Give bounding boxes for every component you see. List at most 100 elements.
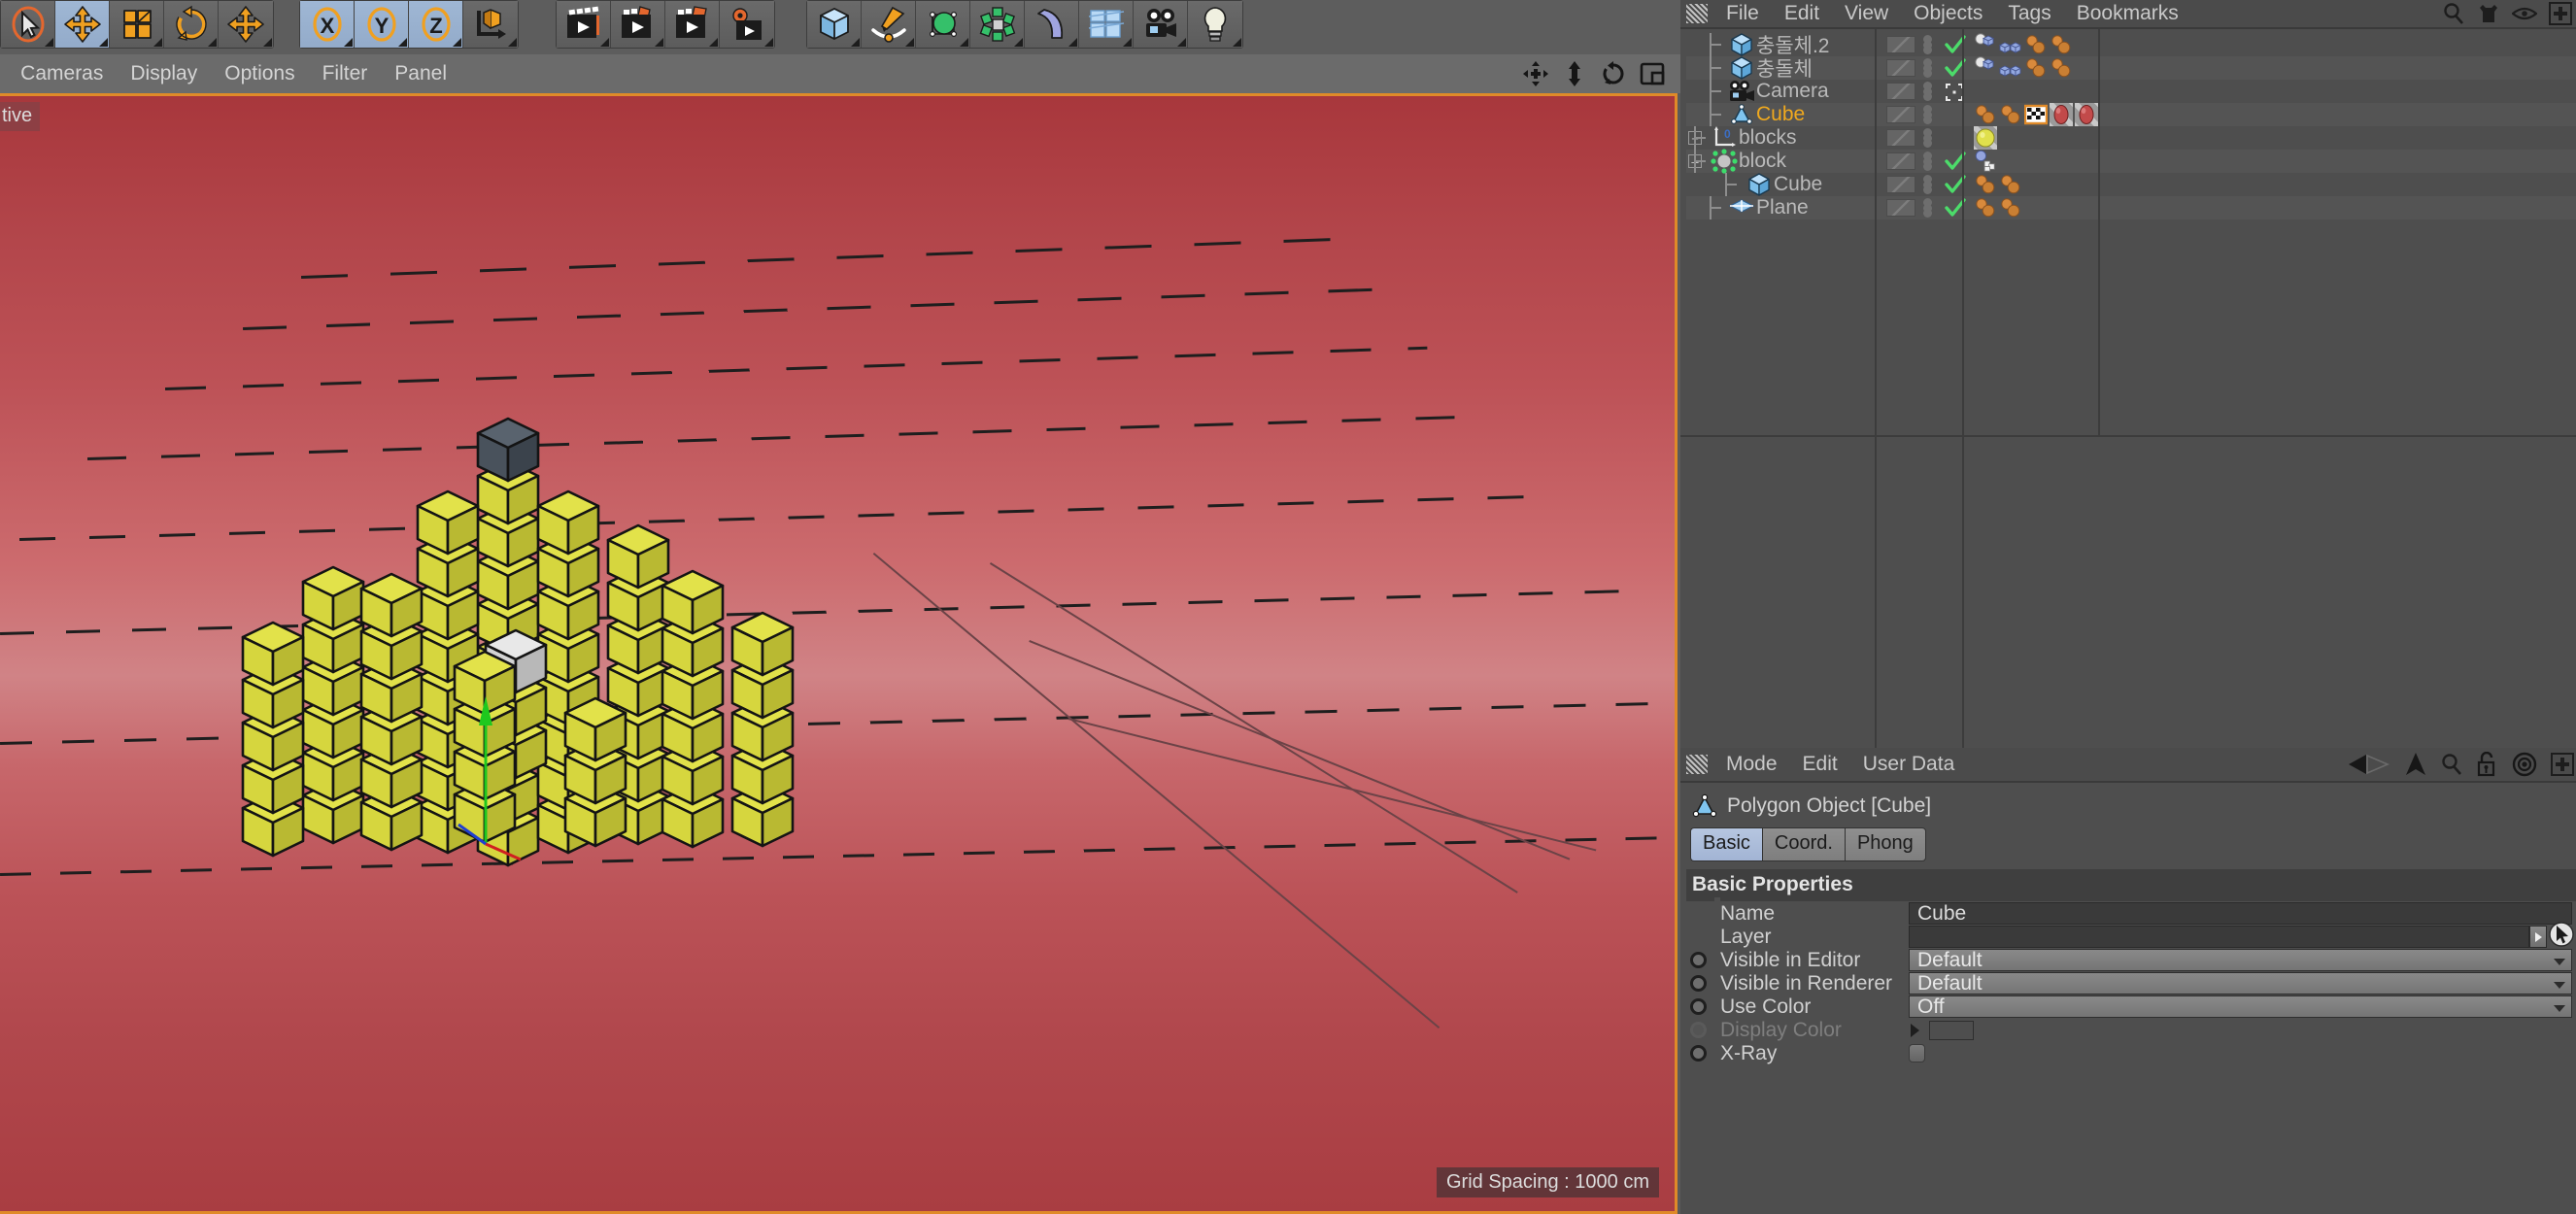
tag-material[interactable] (2024, 33, 2048, 56)
toolbar-button-render-view[interactable] (557, 1, 611, 48)
toolbar-flyout-corner-icon[interactable] (508, 38, 517, 47)
object-render-dot[interactable] (1923, 92, 1932, 101)
toolbar-flyout-corner-icon[interactable] (1068, 38, 1077, 47)
toolbar-button-deformer-bend[interactable] (1025, 1, 1079, 48)
object-visibility-toggle[interactable] (1886, 59, 1915, 77)
tag-collider[interactable] (1974, 56, 1997, 80)
toolbar-button-mograph-array[interactable] (970, 1, 1025, 48)
viewport-menu-w[interactable]: w (0, 62, 7, 85)
tag-material[interactable] (2050, 33, 2073, 56)
toolbar-button-move-alt[interactable] (219, 1, 273, 48)
toolbar-button-render-region[interactable] (611, 1, 665, 48)
attribute-property-list[interactable]: Name Cube Layer Visible in Editor Default Vis… (1686, 896, 2576, 1064)
object-row[interactable]: Camera (1686, 80, 2576, 103)
object-row[interactable]: +0blocks (1686, 126, 2576, 150)
object-editor-dot[interactable] (1923, 128, 1932, 137)
attribute-menu-mode[interactable]: Mode (1713, 753, 1790, 776)
visible-in-renderer-select[interactable]: Default (1909, 972, 2572, 995)
pan-icon[interactable] (1523, 61, 1548, 86)
tab-coord[interactable]: Coord. (1761, 827, 1845, 861)
toolbar-button-move[interactable] (55, 1, 110, 48)
viewport-menu-cameras[interactable]: Cameras (7, 62, 117, 85)
attribute-menu-user-data[interactable]: User Data (1850, 753, 1968, 776)
toolbar-flyout-corner-icon[interactable] (1233, 38, 1241, 47)
object-manager-menu-edit[interactable]: Edit (1772, 2, 1832, 25)
toolbar-flyout-corner-icon[interactable] (99, 38, 108, 47)
object-editor-dot[interactable] (1923, 152, 1932, 160)
object-render-dot[interactable] (1923, 209, 1932, 218)
layer-input[interactable] (1909, 926, 2529, 948)
toolbar-button-world-object-coords[interactable] (463, 1, 518, 48)
viewport-menu-panel[interactable]: Panel (381, 62, 460, 85)
object-editor-dot[interactable] (1923, 82, 1932, 90)
toolbar-flyout-corner-icon[interactable] (45, 38, 53, 47)
attribute-search-icon[interactable] (2440, 753, 2463, 776)
tag-red-material[interactable] (2075, 103, 2098, 126)
viewport-3d[interactable]: tive Grid Spacing : 1000 cm (0, 93, 1678, 1214)
object-visibility-toggle[interactable] (1886, 152, 1915, 170)
toolbar-flyout-corner-icon[interactable] (1123, 38, 1132, 47)
object-visibility-toggle[interactable] (1886, 36, 1915, 53)
object-row[interactable]: Cube (1686, 103, 2576, 126)
toolbar-flyout-corner-icon[interactable] (398, 38, 407, 47)
tag-yellow-material[interactable] (1974, 126, 1997, 150)
use-color-select[interactable]: Off (1909, 995, 2572, 1018)
toolbar-flyout-corner-icon[interactable] (905, 38, 914, 47)
toolbar-flyout-corner-icon[interactable] (709, 38, 718, 47)
toolbar-button-render-settings[interactable] (720, 1, 774, 48)
toolbar-flyout-corner-icon[interactable] (263, 38, 272, 47)
object-manager-menu-objects[interactable]: Objects (1901, 2, 1995, 25)
toolbar-flyout-corner-icon[interactable] (851, 38, 860, 47)
name-input[interactable]: Cube (1909, 902, 2572, 925)
toolbar-button-render-picture-viewer[interactable] (665, 1, 720, 48)
toolbar-flyout-corner-icon[interactable] (655, 38, 663, 47)
tag-collider[interactable] (1974, 33, 1997, 56)
layer-picker-arrow-icon[interactable] (2529, 926, 2547, 948)
dolly-icon[interactable] (1562, 61, 1587, 86)
rotate-view-icon[interactable] (1601, 61, 1626, 86)
object-row[interactable]: 충돌체 (1686, 56, 2576, 81)
object-visibility-toggle[interactable] (1886, 83, 1915, 100)
property-radio[interactable] (1690, 1045, 1707, 1062)
object-render-dot[interactable] (1923, 116, 1932, 124)
object-editor-dot[interactable] (1923, 105, 1932, 114)
toolbar-flyout-corner-icon[interactable] (153, 38, 162, 47)
object-render-dot[interactable] (1923, 162, 1932, 171)
attribute-lock-icon[interactable] (2477, 752, 2498, 777)
object-render-dot[interactable] (1923, 139, 1932, 148)
attribute-tabs[interactable]: Basic Coord. Phong (1690, 827, 2576, 861)
tag-material[interactable] (1999, 103, 2022, 126)
object-manager-eye-icon[interactable] (2512, 4, 2537, 23)
object-render-dot[interactable] (1923, 46, 1932, 54)
tab-basic[interactable]: Basic (1690, 827, 1762, 861)
object-visibility-toggle[interactable] (1886, 106, 1915, 123)
panel-grip-icon[interactable] (1686, 4, 1708, 23)
object-row[interactable]: Cube (1686, 173, 2576, 196)
maximize-view-icon[interactable] (1640, 61, 1665, 86)
attribute-add-icon[interactable] (2551, 753, 2574, 776)
x-ray-toggle[interactable] (1909, 1044, 1925, 1062)
display-color-expand-icon[interactable] (1911, 1023, 1919, 1037)
toolbar-flyout-corner-icon[interactable] (453, 38, 461, 47)
object-manager-menu-view[interactable]: View (1832, 2, 1901, 25)
tag-material[interactable] (1999, 173, 2022, 196)
attribute-back-forward-icon[interactable] (2347, 752, 2391, 777)
object-manager-layer-icon[interactable] (2477, 2, 2500, 25)
property-radio[interactable] (1690, 952, 1707, 968)
panel-grip-icon[interactable] (1686, 755, 1708, 774)
object-row[interactable]: –block (1686, 149, 2576, 174)
object-tree[interactable]: 충돌체.2충돌체CameraCube+0blocks–blockCubePlan… (1686, 33, 2576, 219)
viewport-menu-options[interactable]: Options (211, 62, 308, 85)
toolbar-button-cube-primitive[interactable] (807, 1, 862, 48)
viewport-menu-display[interactable]: Display (117, 62, 211, 85)
attribute-up-arrow-icon[interactable] (2405, 752, 2426, 777)
object-editor-dot[interactable] (1923, 175, 1932, 184)
toolbar-button-axis-x[interactable]: X (300, 1, 355, 48)
object-row[interactable]: Plane (1686, 196, 2576, 219)
object-visibility-toggle[interactable] (1886, 199, 1915, 217)
object-manager-menu-bookmarks[interactable]: Bookmarks (2064, 2, 2191, 25)
toolbar-flyout-corner-icon[interactable] (208, 38, 217, 47)
tag-material[interactable] (2050, 56, 2073, 80)
toolbar-flyout-corner-icon[interactable] (600, 38, 609, 47)
object-editor-dot[interactable] (1923, 35, 1932, 44)
